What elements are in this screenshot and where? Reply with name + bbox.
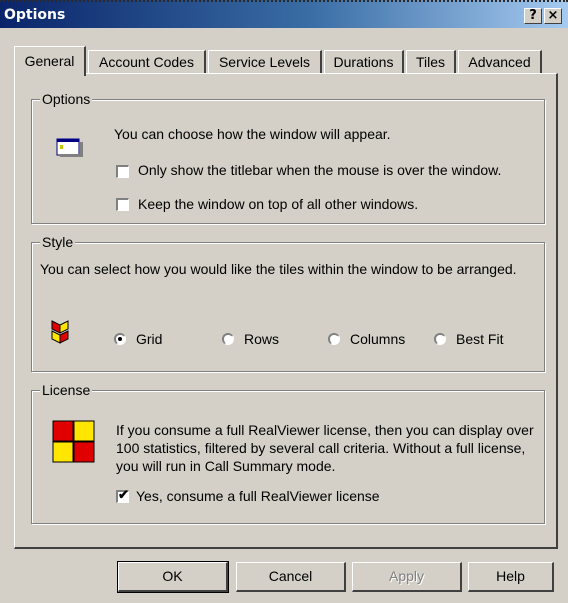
apply-button: Apply <box>352 562 462 592</box>
options-group-label: Options <box>40 91 93 107</box>
license-group: License If you consume a full RealViewer… <box>31 382 545 524</box>
tab-advanced[interactable]: Advanced <box>458 50 542 74</box>
full-license-checkbox[interactable]: ✔ <box>116 487 129 503</box>
tab-account-codes-label: Account Codes <box>99 54 194 70</box>
license-grid-icon <box>52 420 95 463</box>
tab-durations-label: Durations <box>333 54 394 70</box>
tab-tiles-label: Tiles <box>415 54 446 70</box>
radio-grid[interactable] <box>114 333 126 345</box>
style-group: Style You can select how you would like … <box>31 234 545 372</box>
close-icon: × <box>547 8 559 23</box>
options-description: You can choose how the window will appea… <box>114 126 391 142</box>
ok-button-label: OK <box>162 568 183 584</box>
tab-general-label: General <box>24 53 75 69</box>
radio-columns[interactable] <box>328 333 340 345</box>
titlebar-mouseover-label[interactable]: Only show the titlebar when the mouse is… <box>138 161 501 179</box>
radio-rows-label[interactable]: Rows <box>244 330 279 348</box>
help-button-label: Help <box>496 568 525 584</box>
tab-account-codes[interactable]: Account Codes <box>88 50 206 74</box>
radio-columns-label[interactable]: Columns <box>350 330 405 348</box>
options-dialog: Options ? × General Account Codes Servic… <box>0 0 568 603</box>
options-group: Options You can choose how the window wi… <box>31 91 545 224</box>
always-on-top-label[interactable]: Keep the window on top of all other wind… <box>138 195 418 213</box>
general-tab-panel: Options You can choose how the window wi… <box>14 73 558 549</box>
ok-button[interactable]: OK <box>117 561 229 593</box>
help-title-button[interactable]: ? <box>524 8 542 24</box>
tab-general[interactable]: General <box>14 46 86 76</box>
apply-button-label: Apply <box>388 568 425 584</box>
cancel-button-label: Cancel <box>268 568 313 584</box>
radio-best-fit[interactable] <box>434 333 446 345</box>
radio-grid-dot <box>118 337 122 341</box>
full-license-label[interactable]: Yes, consume a full RealViewer license <box>136 487 380 505</box>
check-mark-icon: ✔ <box>118 487 129 502</box>
license-description: If you consume a full RealViewer license… <box>116 422 534 474</box>
window-icon <box>56 138 83 157</box>
style-group-label: Style <box>40 234 76 250</box>
tab-service-levels[interactable]: Service Levels <box>208 50 322 74</box>
radio-grid-label[interactable]: Grid <box>136 330 162 348</box>
tiles-icon <box>51 320 69 344</box>
radio-best-fit-label[interactable]: Best Fit <box>456 330 503 348</box>
titlebar[interactable]: Options ? × <box>0 0 568 28</box>
tab-advanced-label: Advanced <box>468 54 531 70</box>
cancel-button[interactable]: Cancel <box>236 562 346 592</box>
always-on-top-checkbox[interactable] <box>116 198 129 211</box>
tab-tiles[interactable]: Tiles <box>406 50 456 74</box>
help-button[interactable]: Help <box>468 562 554 592</box>
style-description: You can select how you would like the ti… <box>40 261 517 277</box>
window-title: Options <box>4 7 66 23</box>
tab-durations[interactable]: Durations <box>324 50 404 74</box>
close-title-button[interactable]: × <box>544 8 562 24</box>
help-icon: ? <box>529 8 537 23</box>
license-group-label: License <box>40 382 93 398</box>
tab-service-levels-label: Service Levels <box>218 54 311 70</box>
radio-rows[interactable] <box>222 333 234 345</box>
titlebar-mouseover-checkbox[interactable] <box>116 165 129 178</box>
